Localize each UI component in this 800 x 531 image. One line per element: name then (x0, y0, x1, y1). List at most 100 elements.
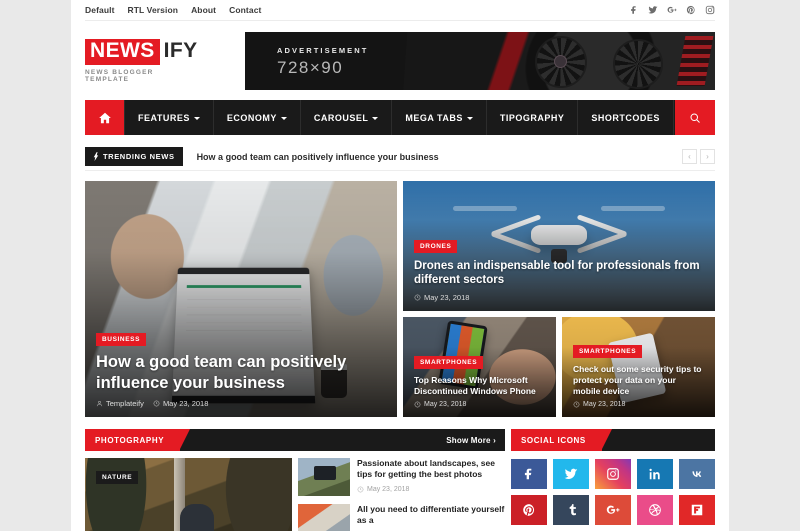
search-icon (690, 113, 700, 123)
clock-icon (414, 401, 421, 408)
list-item[interactable]: Passionate about landscapes, see tips fo… (298, 458, 505, 496)
main-navigation: FEATURES ECONOMY CAROUSEL MEGA TABS TIPO… (85, 100, 715, 135)
post-text: Passionate about landscapes, see tips fo… (357, 458, 505, 496)
social-link-linkedin[interactable] (637, 459, 673, 489)
user-icon (96, 400, 103, 407)
topbar-link-contact[interactable]: Contact (229, 5, 261, 15)
gpu-fan-hub (554, 55, 567, 68)
clock-icon (357, 486, 364, 492)
chevron-down-icon (193, 116, 200, 120)
nav-home-button[interactable] (85, 100, 124, 135)
nav-item-shortcodes[interactable]: SHORTCODES (578, 100, 674, 135)
trending-badge: TRENDING NEWS (85, 147, 183, 166)
post-thumbnail (298, 504, 350, 531)
featured-drone-body: DRONES Drones an indispensable tool for … (403, 227, 715, 312)
logo-ify-part: IFY (163, 39, 198, 63)
category-badge[interactable]: SMARTPHONES (573, 344, 643, 358)
featured-windows-phone-body: SMARTPHONES Top Reasons Why Microsoft Di… (403, 343, 556, 417)
featured-main-meta: Templateify May 23, 2018 (96, 399, 386, 408)
ad-size: 728×90 (277, 58, 344, 77)
photography-feature-body: NATURE (85, 458, 292, 499)
author-name: Templateify (106, 399, 144, 408)
featured-drone-meta: May 23, 2018 (414, 293, 704, 302)
instagram-icon (607, 468, 619, 480)
photography-section-header: PHOTOGRAPHY Show More › (85, 429, 505, 451)
social-link-pinterest[interactable] (511, 495, 547, 525)
logo-news-part: NEWS (85, 39, 160, 65)
trending-nav: ‹ › (682, 149, 715, 164)
topbar-link-rtl-version[interactable]: RTL Version (128, 5, 179, 15)
featured-security-tips-title[interactable]: Check out some security tips to protect … (573, 364, 704, 397)
photography-feature-card[interactable]: NATURE (85, 458, 292, 531)
clock-icon (414, 294, 421, 301)
social-icons-header: SOCIAL ICONS (511, 429, 715, 451)
twitter-icon[interactable] (648, 5, 658, 15)
featured-drone-card[interactable]: DRONES Drones an indispensable tool for … (403, 181, 715, 311)
search-button[interactable] (675, 100, 715, 135)
trending-next-button[interactable]: › (700, 149, 715, 164)
post-date: May 23, 2018 (424, 293, 470, 302)
category-badge[interactable]: DRONES (414, 239, 458, 253)
header-inner: NEWS IFY NEWS BLOGGER TEMPLATE ADVERTISE… (85, 21, 715, 100)
social-link-tumblr[interactable] (553, 495, 589, 525)
nav-item-tipography[interactable]: TIPOGRAPHY (487, 100, 579, 135)
featured-main-body: BUSINESS How a good team can positively … (85, 320, 397, 417)
social-icons-grid (511, 459, 715, 525)
featured-main-title[interactable]: How a good team can positively influence… (96, 352, 386, 393)
post-title[interactable]: Passionate about landscapes, see tips fo… (357, 458, 505, 481)
dribbble-icon (649, 504, 661, 516)
page-root: Default RTL Version About Contact NEWS I… (0, 0, 800, 531)
post-title[interactable]: All you need to differentiate yourself a… (357, 504, 505, 527)
google-plus-icon[interactable] (667, 5, 677, 15)
photography-show-more-link[interactable]: Show More › (446, 436, 505, 445)
social-link-google-plus[interactable] (595, 495, 631, 525)
twitter-icon (564, 468, 578, 479)
nav-item-features[interactable]: FEATURES (124, 100, 214, 135)
nav-item-label: MEGA TABS (405, 112, 463, 123)
featured-windows-phone-title[interactable]: Top Reasons Why Microsoft Discontinued W… (414, 375, 545, 397)
pinterest-icon[interactable] (686, 5, 696, 15)
social-link-flipboard[interactable] (679, 495, 715, 525)
nav-item-economy[interactable]: ECONOMY (214, 100, 301, 135)
social-link-facebook[interactable] (511, 459, 547, 489)
category-badge[interactable]: BUSINESS (96, 333, 147, 347)
featured-bottom-row: SMARTPHONES Top Reasons Why Microsoft Di… (403, 317, 715, 417)
topbar-social-links (629, 5, 715, 15)
clock-icon (573, 401, 580, 408)
chevron-down-icon (280, 116, 287, 120)
social-link-vk[interactable] (679, 459, 715, 489)
featured-security-tips-card[interactable]: SMARTPHONES Check out some security tips… (562, 317, 715, 417)
nav-item-carousel[interactable]: CAROUSEL (301, 100, 393, 135)
instagram-icon[interactable] (705, 5, 715, 15)
topbar-link-about[interactable]: About (191, 5, 216, 15)
facebook-icon[interactable] (629, 5, 639, 15)
nav-items: FEATURES ECONOMY CAROUSEL MEGA TABS TIPO… (124, 100, 674, 135)
site-logo[interactable]: NEWS IFY NEWS BLOGGER TEMPLATE (85, 39, 200, 83)
topbar-link-default[interactable]: Default (85, 5, 115, 15)
category-badge[interactable]: NATURE (96, 471, 139, 484)
trending-headline[interactable]: How a good team can positively influence… (197, 152, 439, 162)
featured-windows-phone-card[interactable]: SMARTPHONES Top Reasons Why Microsoft Di… (403, 317, 556, 417)
post-date: May 23, 2018 (162, 399, 209, 408)
post-thumbnail (298, 458, 350, 496)
trending-prev-button[interactable]: ‹ (682, 149, 697, 164)
date-meta: May 23, 2018 (153, 399, 208, 408)
flipboard-icon (691, 504, 703, 516)
nav-item-label: TIPOGRAPHY (499, 112, 565, 123)
vk-icon (692, 471, 702, 477)
food-thumb (298, 504, 350, 531)
post-meta: May 23, 2018 (357, 486, 505, 493)
pinterest-icon (523, 504, 535, 516)
category-badge[interactable]: SMARTPHONES (414, 355, 484, 369)
social-link-twitter[interactable] (553, 459, 589, 489)
advertisement-banner[interactable]: ADVERTISEMENT 728×90 (245, 32, 715, 90)
featured-main-card[interactable]: BUSINESS How a good team can positively … (85, 181, 397, 417)
content-sections: PHOTOGRAPHY Show More › NATURE Passionat… (85, 429, 715, 531)
social-icons-widget: SOCIAL ICONS (511, 429, 715, 531)
featured-drone-title[interactable]: Drones an indispensable tool for profess… (414, 259, 704, 288)
social-link-dribbble[interactable] (637, 495, 673, 525)
list-item[interactable]: All you need to differentiate yourself a… (298, 504, 505, 531)
logo-tagline: NEWS BLOGGER TEMPLATE (85, 68, 154, 83)
social-link-instagram[interactable] (595, 459, 631, 489)
nav-item-mega-tabs[interactable]: MEGA TABS (392, 100, 487, 135)
